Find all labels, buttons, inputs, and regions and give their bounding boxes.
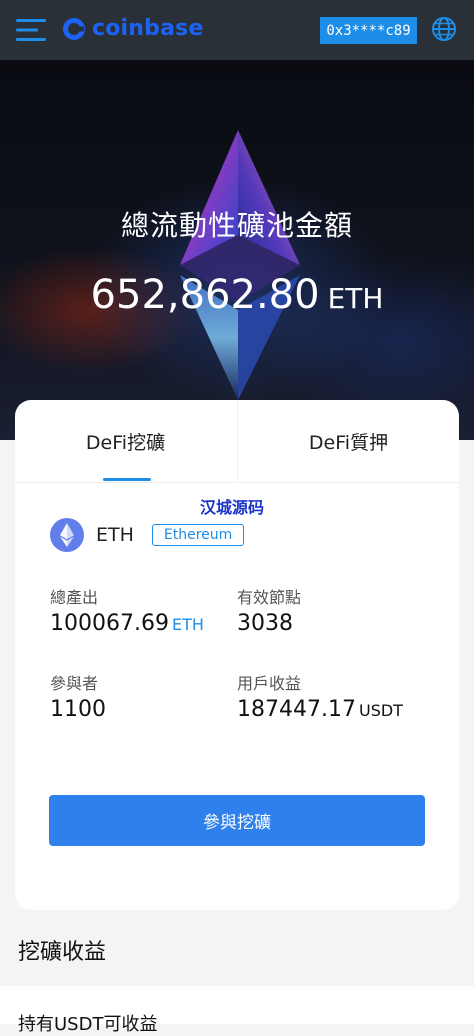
active-tab-indicator <box>103 478 151 481</box>
crystal-illustration <box>180 130 300 400</box>
tab-defi-staking[interactable]: DeFi質押 <box>237 400 459 482</box>
mining-card: DeFi挖礦 DeFi質押 汉城源码 ETH Ethereum 總產出 1000… <box>15 400 459 910</box>
globe-icon[interactable] <box>431 16 457 42</box>
mining-income-title: 挖礦收益 <box>18 940 107 965</box>
coinbase-logo[interactable]: coinbase <box>62 16 204 41</box>
defi-tabs: DeFi挖礦 DeFi質押 <box>15 400 459 483</box>
participants-label: 參與者 <box>50 674 99 693</box>
user-earnings: 187447.17 USDT <box>237 697 403 722</box>
coin-row: ETH Ethereum <box>50 518 245 552</box>
valid-nodes-value: 3038 <box>237 611 293 636</box>
total-output-unit: ETH <box>171 615 204 634</box>
join-mining-button[interactable]: 參與挖礦 <box>49 795 425 846</box>
hamburger-menu-icon[interactable] <box>16 17 48 43</box>
user-earnings-label: 用戶收益 <box>237 674 302 693</box>
total-output-value: 100067.69 <box>50 611 169 636</box>
coin-name: ETH <box>96 524 134 546</box>
tab-defi-mining[interactable]: DeFi挖礦 <box>15 400 236 482</box>
total-output: 100067.69 ETH <box>50 611 204 636</box>
mining-income-subtitle: 持有USDT可收益 <box>18 1014 158 1035</box>
watermark-text: 汉城源码 <box>200 498 265 517</box>
pool-total-amount: 652,862.80 ETH <box>0 272 474 318</box>
network-badge: Ethereum <box>151 524 245 546</box>
coinbase-logo-icon <box>63 17 85 40</box>
participants-value: 1100 <box>50 697 106 722</box>
wallet-address-button[interactable]: 0x3****c89 <box>320 17 417 44</box>
ethereum-icon <box>50 518 84 552</box>
logo-text: coinbase <box>92 16 204 41</box>
user-earnings-unit: USDT <box>358 701 403 720</box>
pool-total-title: 總流動性礦池金額 <box>120 209 353 242</box>
user-earnings-value: 187447.17 <box>237 697 356 722</box>
pool-amount-value: 652,862.80 <box>90 272 320 318</box>
total-output-label: 總產出 <box>50 588 99 607</box>
hero-banner: 總流動性礦池金額 652,862.80 ETH <box>0 60 474 440</box>
top-header: coinbase 0x3****c89 <box>0 0 474 60</box>
valid-nodes-label: 有效節點 <box>237 588 302 607</box>
pool-amount-unit: ETH <box>327 282 384 315</box>
